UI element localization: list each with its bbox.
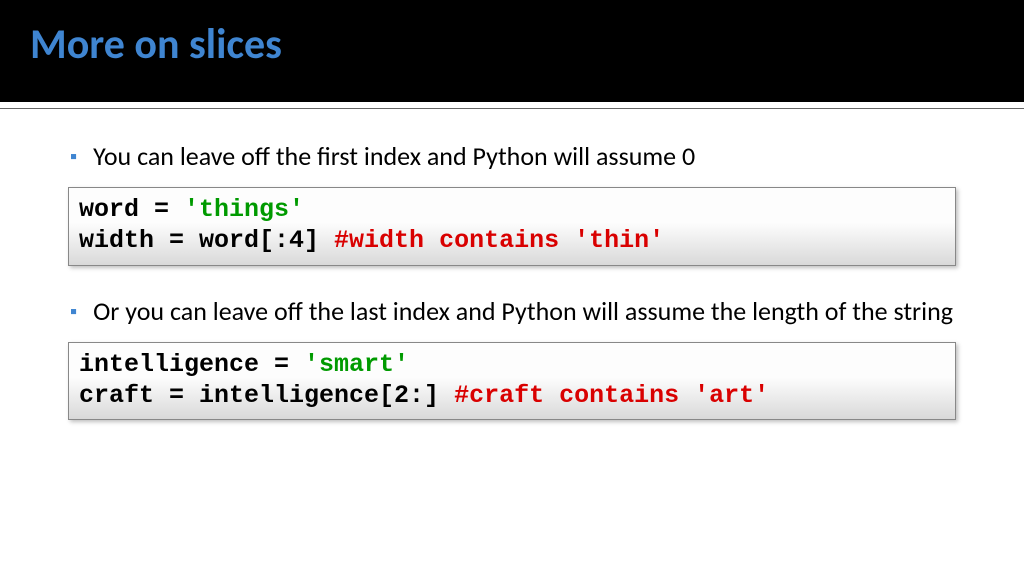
slide-title: More on slices	[30, 22, 994, 68]
code-string: 'smart'	[304, 350, 409, 379]
code-comment: #width contains 'thin'	[334, 226, 664, 255]
code-text: craft = intelligence[2:]	[79, 381, 454, 410]
bullet-marker: ▪	[70, 294, 77, 330]
code-block-1: word = 'things' width = word[:4] #width …	[68, 187, 956, 266]
bullet-text: Or you can leave off the last index and …	[93, 294, 953, 329]
code-block-2: intelligence = 'smart' craft = intellige…	[68, 342, 956, 421]
code-comment: #craft contains 'art'	[454, 381, 769, 410]
code-text: intelligence =	[79, 350, 304, 379]
bullet-marker: ▪	[70, 139, 77, 175]
slide-header: More on slices	[0, 0, 1024, 102]
bullet-item: ▪ Or you can leave off the last index an…	[40, 294, 984, 330]
slide-body: ▪ You can leave off the first index and …	[0, 109, 1024, 420]
code-text: width = word[:4]	[79, 226, 334, 255]
code-text: word =	[79, 195, 184, 224]
bullet-item: ▪ You can leave off the first index and …	[40, 139, 984, 175]
bullet-text: You can leave off the first index and Py…	[93, 139, 695, 174]
code-string: 'things'	[184, 195, 304, 224]
